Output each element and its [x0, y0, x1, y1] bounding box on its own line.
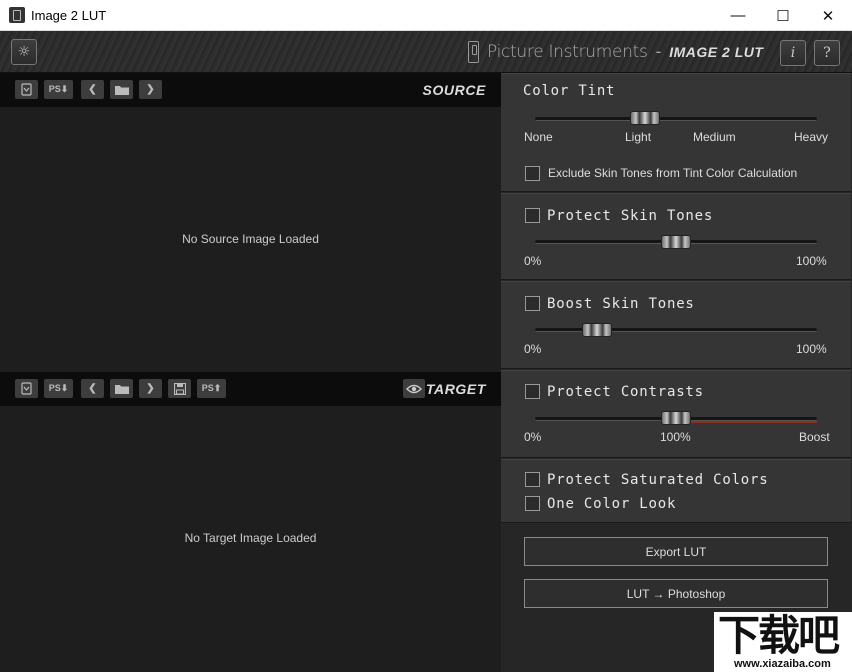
- protect-skin-tones-title: Protect Skin Tones: [547, 208, 714, 224]
- watermark-logo-text: 下载吧: [718, 611, 840, 660]
- color-tint-title: Color Tint: [523, 83, 616, 99]
- source-next-button[interactable]: ❯: [139, 80, 162, 99]
- target-open-folder-button[interactable]: [110, 379, 133, 398]
- color-tint-slider-handle[interactable]: [629, 111, 660, 125]
- target-ps-import-button[interactable]: PS⬇: [44, 379, 73, 398]
- product-name: IMAGE 2 LUT: [669, 44, 764, 60]
- color-options-panel: [501, 459, 851, 523]
- protect-contrasts-slider-handle[interactable]: [661, 411, 691, 425]
- protect-contrasts-checkbox[interactable]: [525, 384, 540, 399]
- protect-saturated-colors-label: Protect Saturated Colors: [547, 472, 769, 488]
- app-header: ☼ Picture Instruments - IMAGE 2 LUT i ?: [0, 31, 852, 73]
- lut-to-photoshop-button[interactable]: LUT → Photoshop: [524, 579, 828, 608]
- color-tint-label-medium: Medium: [693, 130, 736, 144]
- export-lut-button[interactable]: Export LUT: [524, 537, 828, 566]
- protect-contrasts-min-label: 0%: [524, 430, 542, 444]
- color-tint-label-light: Light: [625, 130, 652, 144]
- folder-icon: [114, 86, 129, 95]
- color-tint-label-heavy: Heavy: [794, 130, 829, 144]
- source-toolbar: PS⬇ ❮ ❯ SOURCE: [0, 73, 501, 107]
- target-clear-button[interactable]: [15, 379, 38, 398]
- protect-contrasts-max-label: Boost: [799, 430, 830, 444]
- target-placeholder-text: No Target Image Loaded: [184, 531, 317, 545]
- protect-contrasts-mid-label: 100%: [660, 430, 691, 444]
- settings-button[interactable]: ☼: [11, 39, 37, 65]
- protect-skin-tones-checkbox[interactable]: [525, 208, 540, 223]
- source-prev-button[interactable]: ❮: [81, 80, 104, 99]
- source-open-folder-button[interactable]: [110, 80, 133, 99]
- protect-contrasts-title: Protect Contrasts: [547, 384, 704, 400]
- app-icon: [9, 7, 25, 23]
- info-button[interactable]: i: [780, 40, 806, 66]
- boost-skin-tones-min-label: 0%: [524, 342, 542, 356]
- trash-icon: [21, 382, 32, 395]
- trash-icon: [21, 83, 32, 96]
- boost-skin-tones-slider-track[interactable]: [535, 328, 817, 332]
- target-save-button[interactable]: [168, 379, 191, 398]
- source-clear-button[interactable]: [15, 80, 38, 99]
- source-placeholder-text: No Source Image Loaded: [182, 232, 319, 246]
- site-watermark: 下载吧 www.xiazaiba.com: [714, 612, 852, 672]
- window-title: Image 2 LUT: [31, 8, 107, 23]
- boost-skin-tones-slider-handle[interactable]: [582, 323, 613, 337]
- source-ps-import-button[interactable]: PS⬇: [44, 80, 73, 99]
- protect-skin-tones-slider-handle[interactable]: [661, 235, 691, 249]
- company-name: Picture Instruments: [487, 42, 648, 62]
- protect-saturated-colors-checkbox[interactable]: [525, 472, 540, 487]
- watermark-url: www.xiazaiba.com: [734, 658, 831, 670]
- folder-icon: [114, 385, 129, 394]
- window-title-bar: Image 2 LUT — ☐ ✕: [0, 0, 852, 31]
- close-button[interactable]: ✕: [805, 0, 851, 31]
- brand-logo: Picture Instruments - IMAGE 2 LUT: [468, 39, 763, 65]
- gear-icon: ☼: [17, 44, 31, 60]
- color-tint-label-none: None: [524, 130, 553, 144]
- exclude-skin-tones-checkbox[interactable]: [525, 166, 540, 181]
- one-color-look-label: One Color Look: [547, 496, 677, 512]
- protect-skin-tones-max-label: 100%: [796, 254, 827, 268]
- boost-skin-tones-title: Boost Skin Tones: [547, 296, 695, 312]
- source-label: SOURCE: [422, 82, 486, 98]
- help-button[interactable]: ?: [814, 40, 840, 66]
- minimize-button[interactable]: —: [715, 0, 761, 31]
- boost-skin-tones-checkbox[interactable]: [525, 296, 540, 311]
- target-preview-toggle[interactable]: [403, 379, 425, 398]
- eye-icon: [406, 384, 422, 393]
- maximize-button[interactable]: ☐: [760, 0, 806, 31]
- target-label: TARGET: [425, 381, 486, 397]
- exclude-skin-tones-label: Exclude Skin Tones from Tint Color Calcu…: [548, 166, 798, 180]
- target-toolbar: PS⬇ ❮ ❯ PS⬆ TARGET: [0, 372, 501, 406]
- boost-skin-tones-max-label: 100%: [796, 342, 827, 356]
- protect-skin-tones-min-label: 0%: [524, 254, 542, 268]
- save-icon: [173, 382, 186, 395]
- target-next-button[interactable]: ❯: [139, 379, 162, 398]
- picture-instruments-logo-icon: [468, 41, 479, 63]
- protect-contrasts-boost-range: [690, 421, 817, 423]
- brand-separator: -: [655, 42, 662, 61]
- target-ps-export-button[interactable]: PS⬆: [197, 379, 226, 398]
- one-color-look-checkbox[interactable]: [525, 496, 540, 511]
- target-prev-button[interactable]: ❮: [81, 379, 104, 398]
- color-tint-slider-track[interactable]: [535, 117, 817, 121]
